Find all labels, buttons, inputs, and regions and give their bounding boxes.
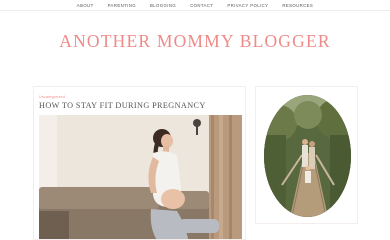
family-on-bridge-image [264,95,351,217]
nav-item-about[interactable]: ABOUT [70,0,101,11]
post-category[interactable]: Uncategorized [39,95,65,99]
pregnant-woman-exercising-image [39,115,242,239]
nav-item-contact[interactable]: CONTACT [183,0,220,11]
top-navigation: ABOUT PARENTING BLOGGING CONTACT PRIVACY… [0,0,390,11]
featured-post-card: Uncategorized HOW TO STAY FIT DURING PRE… [33,86,246,240]
nav-item-blogging[interactable]: BLOGGING [143,0,183,11]
nav-item-resources[interactable]: RESOURCES [275,0,320,11]
family-photo[interactable] [264,95,351,217]
post-title[interactable]: HOW TO STAY FIT DURING PREGNANCY [39,101,206,110]
nav-item-parenting[interactable]: PARENTING [101,0,143,11]
nav-item-privacy-policy[interactable]: PRIVACY POLICY [220,0,275,11]
sidebar-profile-card [255,86,358,224]
site-title[interactable]: ANOTHER MOMMY BLOGGER [0,31,390,52]
post-featured-image[interactable] [39,115,242,239]
